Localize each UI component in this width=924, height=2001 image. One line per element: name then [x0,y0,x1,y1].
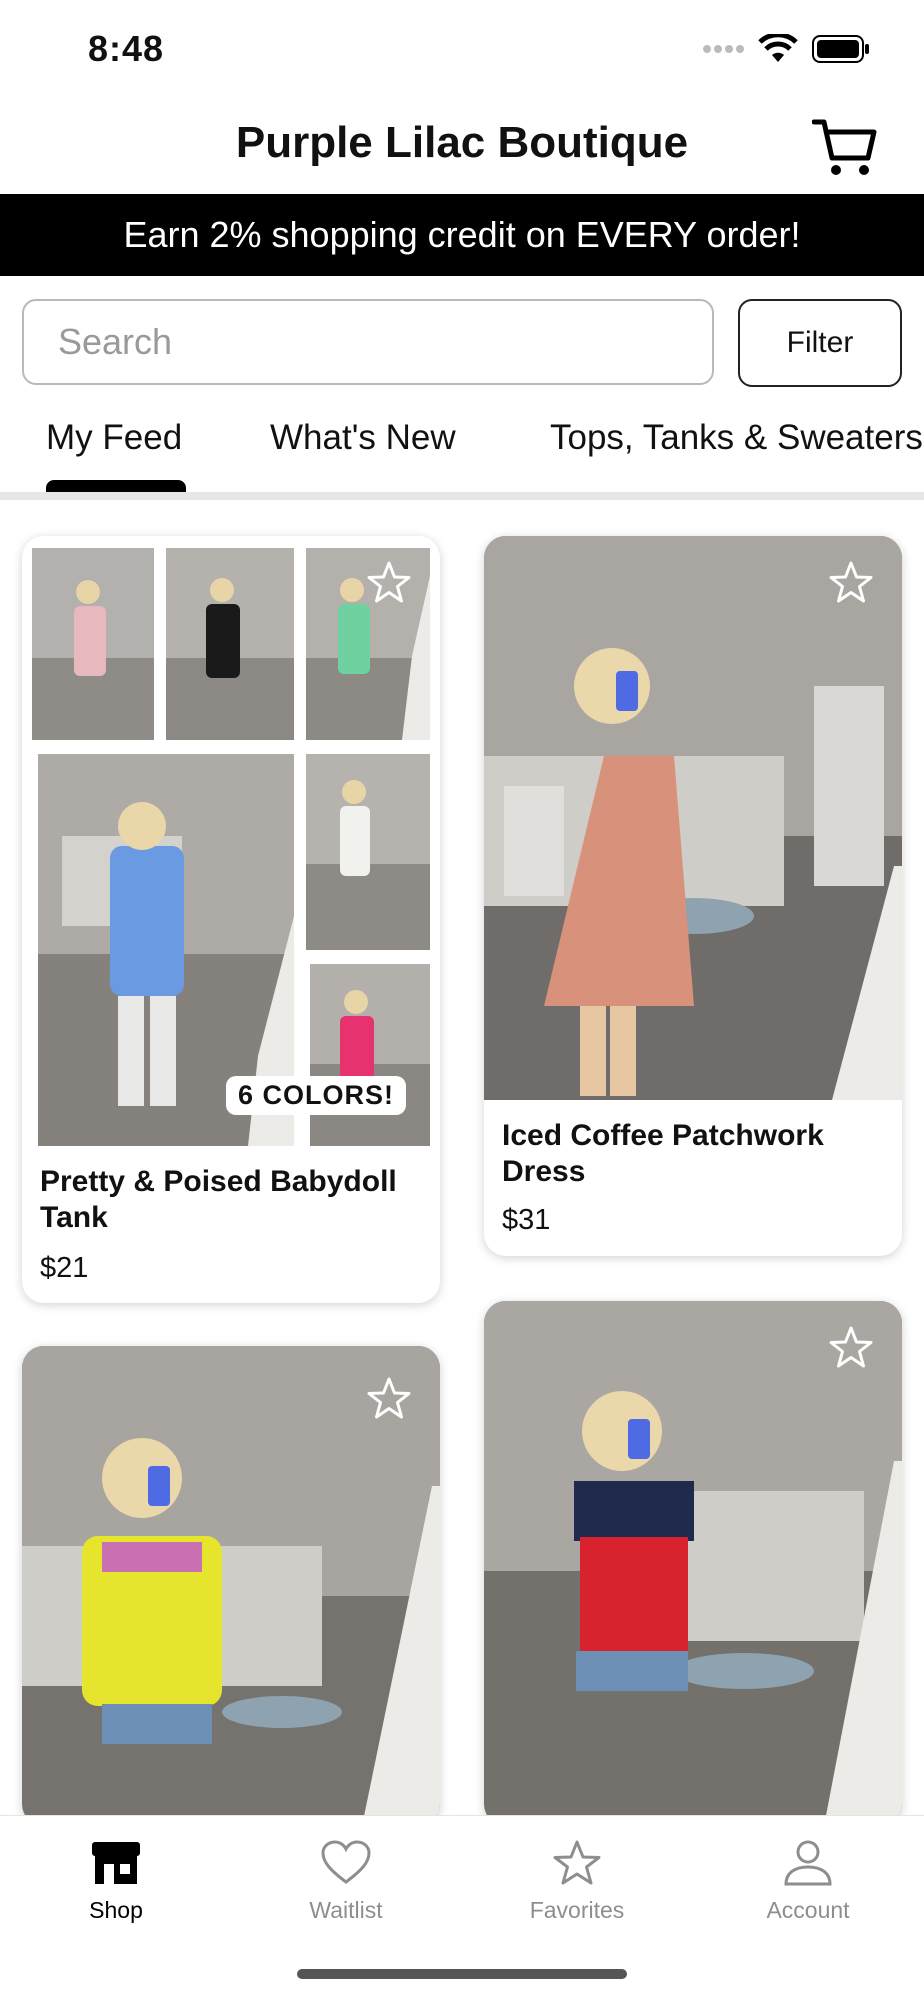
product-card[interactable] [484,1301,902,1826]
tab-waitlist-label: Waitlist [309,1897,383,1923]
tab-my-feed[interactable]: My Feed [46,418,182,458]
promo-banner[interactable]: Earn 2% shopping credit on EVERY order! [0,194,924,276]
home-indicator[interactable] [297,1969,627,1979]
battery-icon [812,35,869,63]
cart-button[interactable] [811,116,878,178]
product-image-collage[interactable] [22,536,440,1146]
filter-button[interactable]: Filter [738,299,902,387]
product-card[interactable]: Iced Coffee Patchwork Dress $31 [484,536,902,1256]
tab-waitlist[interactable]: Waitlist [266,1840,426,1924]
status-time: 8:48 [88,28,165,69]
tab-shop[interactable]: Shop [36,1840,196,1924]
cart-icon [811,119,877,175]
page-title: Purple Lilac Boutique [235,118,689,167]
favorite-star-icon[interactable] [828,560,874,606]
filter-label: Filter [786,326,854,359]
product-price: $21 [40,1252,89,1284]
product-card[interactable] [22,1346,440,1826]
product-name[interactable]: Pretty & Poised Babydoll Tank [40,1164,426,1236]
favorite-star-icon[interactable] [366,560,412,606]
favorite-star-icon[interactable] [828,1325,874,1371]
person-icon [784,1840,832,1886]
product-card[interactable]: 6 COLORS! Pretty & Poised Babydoll Tank … [22,536,440,1303]
search-field[interactable] [22,299,714,385]
heart-icon [321,1840,371,1884]
storefront-icon [92,1842,140,1884]
product-price: $31 [502,1204,551,1236]
tab-favorites[interactable]: Favorites [497,1840,657,1924]
wifi-icon [758,34,798,62]
colors-badge: 6 COLORS! [226,1076,407,1115]
signal-icon [703,45,744,53]
tab-favorites-label: Favorites [529,1897,625,1923]
favorite-star-icon[interactable] [366,1376,412,1422]
product-image[interactable] [484,1301,902,1826]
product-image[interactable] [484,536,902,1100]
tab-tops-tanks-sweaters[interactable]: Tops, Tanks & Sweaters [550,418,923,458]
promo-text: Earn 2% shopping credit on EVERY order! [123,214,801,255]
star-icon [553,1840,601,1885]
status-bar: 8:48 [0,0,924,100]
tab-shop-label: Shop [89,1897,143,1923]
tab-whats-new[interactable]: What's New [270,418,456,458]
active-tab-indicator [46,480,186,492]
search-input[interactable] [24,301,712,383]
status-icons [702,34,870,64]
product-name[interactable]: Iced Coffee Patchwork Dress [502,1118,888,1190]
tab-account-label: Account [766,1897,850,1923]
tab-account[interactable]: Account [728,1840,888,1924]
